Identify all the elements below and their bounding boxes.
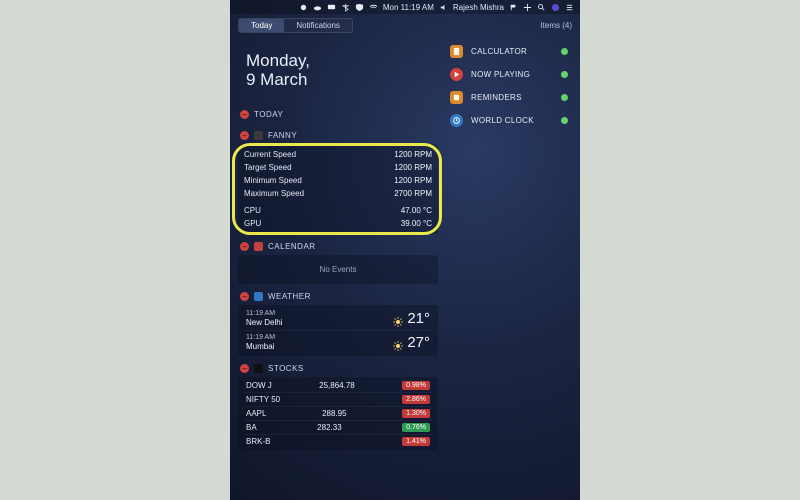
- items-header: Items (4): [540, 21, 572, 30]
- stocks-title: STOCKS: [268, 364, 304, 373]
- sun-icon: [393, 338, 403, 348]
- fanny-row: Maximum Speed2700 RPM: [244, 187, 432, 200]
- add-widget-dot[interactable]: [561, 117, 568, 124]
- stock-row[interactable]: NIFTY 502.86%: [244, 392, 432, 406]
- collapse-icon[interactable]: –: [240, 131, 249, 140]
- fanny-row: GPU39.00 °C: [244, 217, 432, 230]
- cloud-icon[interactable]: [313, 3, 322, 12]
- collapse-icon[interactable]: –: [240, 110, 249, 119]
- weather-title: WEATHER: [268, 292, 311, 301]
- add-widget-dot[interactable]: [561, 94, 568, 101]
- widget-item-reminders[interactable]: REMINDERS: [448, 86, 570, 109]
- fanny-section: – FANNY Current Speed1200 RPM Target Spe…: [238, 129, 438, 234]
- widget-item-calculator[interactable]: CALCULATOR: [448, 40, 570, 63]
- shield-icon[interactable]: [355, 3, 364, 12]
- crosshair-icon[interactable]: [523, 3, 532, 12]
- collapse-icon[interactable]: –: [240, 364, 249, 373]
- flag-icon[interactable]: [509, 3, 518, 12]
- calendar-card: No Events: [238, 255, 438, 284]
- fanny-row: Target Speed1200 RPM: [244, 161, 432, 174]
- siri-icon[interactable]: [551, 3, 560, 12]
- fanny-icon: [254, 131, 263, 140]
- menu-bar: Mon 11:19 AM Rajesh Mishra: [230, 0, 580, 14]
- user-name[interactable]: Rajesh Mishra: [453, 3, 504, 12]
- date-line1: Monday,: [246, 52, 310, 71]
- calendar-section: – CALENDAR No Events: [238, 240, 438, 284]
- weather-row[interactable]: 11:19 AMMumbai 27°: [244, 330, 432, 354]
- date-line2: 9 March: [246, 71, 310, 90]
- stock-row[interactable]: AAPL288.951.30%: [244, 406, 432, 420]
- tab-notifications[interactable]: Notifications: [284, 19, 352, 32]
- clock-text[interactable]: Mon 11:19 AM: [383, 3, 434, 12]
- collapse-icon[interactable]: –: [240, 292, 249, 301]
- wifi-icon[interactable]: [369, 3, 378, 12]
- tab-today[interactable]: Today: [239, 19, 284, 32]
- calendar-title: CALENDAR: [268, 242, 316, 251]
- reminders-icon: [450, 91, 463, 104]
- fanny-title: FANNY: [268, 131, 297, 140]
- weather-icon: [254, 292, 263, 301]
- calculator-icon: [450, 45, 463, 58]
- add-widget-dot[interactable]: [561, 48, 568, 55]
- today-notifications-segmented[interactable]: Today Notifications: [238, 18, 353, 33]
- now-playing-icon: [450, 68, 463, 81]
- collapse-icon[interactable]: –: [240, 242, 249, 251]
- volume-icon[interactable]: [439, 3, 448, 12]
- stocks-icon: [254, 364, 263, 373]
- calendar-icon: [254, 242, 263, 251]
- notification-center-icon[interactable]: [565, 3, 574, 12]
- stock-row[interactable]: BRK-B1.41%: [244, 434, 432, 448]
- add-widget-dot[interactable]: [561, 71, 568, 78]
- widget-item-world-clock[interactable]: WORLD CLOCK: [448, 109, 570, 132]
- bluetooth-icon[interactable]: [341, 3, 350, 12]
- notification-center-panel: Mon 11:19 AM Rajesh Mishra Today Notific…: [230, 0, 580, 500]
- widget-gallery: CALCULATOR NOW PLAYING REMINDERS WORLD C…: [448, 40, 570, 132]
- stocks-card[interactable]: DOW J25,864.780.98% NIFTY 502.86% AAPL28…: [238, 377, 438, 450]
- weather-card[interactable]: 11:19 AMNew Delhi 21° 11:19 AMMumbai 27°: [238, 305, 438, 356]
- fanny-row: CPU47.00 °C: [244, 204, 432, 217]
- stock-row[interactable]: DOW J25,864.780.98%: [244, 379, 432, 392]
- today-section: – TODAY: [238, 108, 438, 123]
- fan-icon[interactable]: [299, 3, 308, 12]
- no-events-text: No Events: [244, 259, 432, 280]
- fanny-row: Current Speed1200 RPM: [244, 148, 432, 161]
- chat-icon[interactable]: [327, 3, 336, 12]
- stocks-section: – STOCKS DOW J25,864.780.98% NIFTY 502.8…: [238, 362, 438, 450]
- sun-icon: [393, 314, 403, 324]
- weather-row[interactable]: 11:19 AMNew Delhi 21°: [244, 307, 432, 330]
- date-display: Monday, 9 March: [246, 52, 310, 89]
- fanny-card: Current Speed1200 RPM Target Speed1200 R…: [238, 144, 438, 234]
- fanny-row: Minimum Speed1200 RPM: [244, 174, 432, 187]
- widget-item-now-playing[interactable]: NOW PLAYING: [448, 63, 570, 86]
- stock-row[interactable]: BA282.330.76%: [244, 420, 432, 434]
- today-title: TODAY: [254, 110, 283, 119]
- search-icon[interactable]: [537, 3, 546, 12]
- world-clock-icon: [450, 114, 463, 127]
- weather-section: – WEATHER 11:19 AMNew Delhi 21° 11:19 AM…: [238, 290, 438, 356]
